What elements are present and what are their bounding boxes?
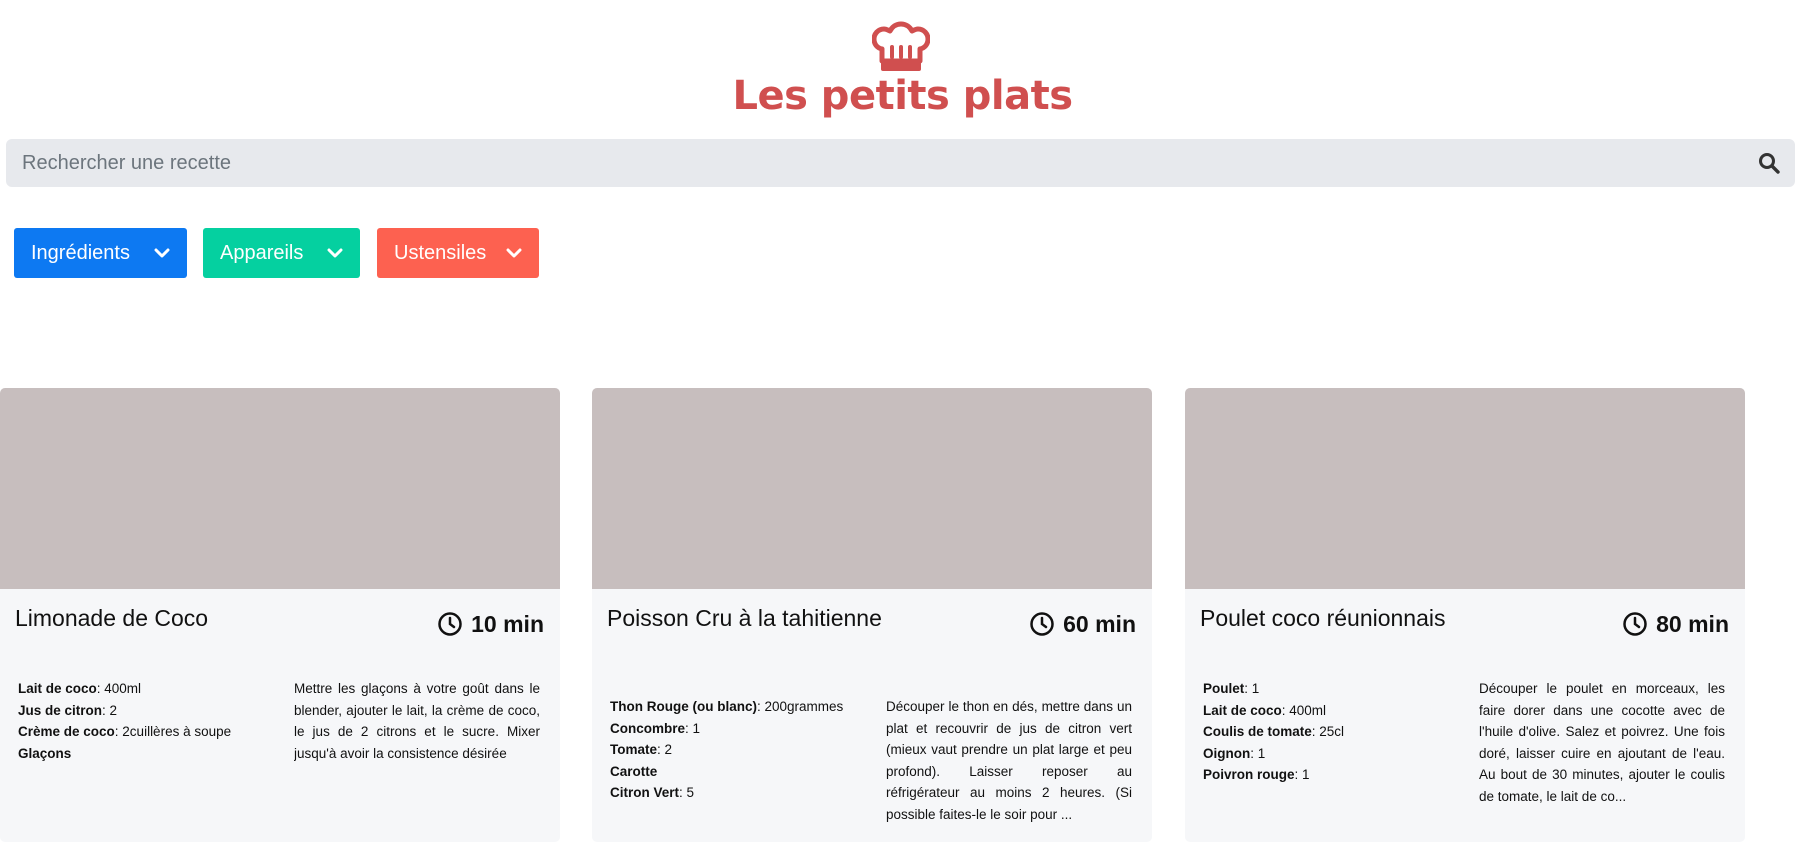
ingredient-list: Thon Rouge (ou blanc): 200grammes Concom… [610,696,870,804]
chevron-down-icon [506,248,522,258]
ingredient-item: Jus de citron: 2 [18,700,278,722]
ingredient-qty: : 1 [1294,767,1310,783]
ingredient-item: Coulis de tomate: 25cl [1203,721,1463,743]
ingredient-qty: : 5 [679,785,695,801]
recipe-image-placeholder [592,388,1152,589]
ingredient-name: Citron Vert [610,785,680,801]
ingredient-name: Poulet [1203,681,1245,696]
ingredient-qty: : 2 [102,702,118,718]
recipe-title: Poisson Cru à la tahitienne [607,605,882,631]
ingredient-qty: : 400ml [96,681,142,696]
search-bar [6,139,1795,187]
ingredient-name: Crème de coco [18,724,115,740]
search-icon[interactable] [1757,151,1781,175]
recipe-time-value: 80 min [1656,610,1729,637]
ingredient-item: Poivron rouge: 1 [1203,764,1463,786]
recipe-time: 10 min [437,609,544,639]
ingredient-item: Carotte [610,761,870,783]
filter-ustensiles-button[interactable]: Ustensiles [377,228,539,278]
filter-appareils-label: Appareils [220,242,304,264]
filter-ustensiles-label: Ustensiles [394,242,487,264]
ingredient-item: Citron Vert: 5 [610,782,870,804]
ingredient-item: Poulet: 1 [1203,678,1463,700]
ingredient-item: Tomate: 2 [610,739,870,761]
ingredient-name: Lait de coco [18,681,97,696]
ingredient-name: Thon Rouge (ou blanc) [610,699,757,714]
site-title: Les petits plats [732,73,1073,119]
ingredient-name: Concombre [610,720,686,736]
ingredient-qty: : 200grammes [756,699,844,714]
ingredient-list: Poulet: 1 Lait de coco: 400ml Coulis de … [1203,678,1463,786]
ingredient-qty: : 1 [685,720,701,736]
ingredient-name: Poivron rouge [1203,767,1295,783]
recipe-image-placeholder [1185,388,1745,589]
ingredient-item: Lait de coco: 400ml [1203,700,1463,722]
recipe-card[interactable]: Poisson Cru à la tahitienne 60 min Thon … [592,388,1152,842]
ingredient-qty: : 2 [657,742,673,758]
ingredient-item: Crème de coco: 2cuillères à soupe [18,721,278,743]
ingredient-qty: : 400ml [1281,702,1327,718]
recipe-title: Poulet coco réunionnais [1200,605,1446,631]
ingredient-name: Carotte [610,763,658,779]
filter-ingredients-button[interactable]: Ingrédients [14,228,187,278]
recipe-time: 60 min [1029,609,1136,639]
ingredient-list: Lait de coco: 400ml Jus de citron: 2 Crè… [18,678,278,764]
recipe-card[interactable]: Poulet coco réunionnais 80 min Poulet: 1… [1185,388,1745,842]
ingredient-item: Lait de coco: 400ml [18,678,278,700]
recipe-description: Découper le thon en dés, mettre dans un … [886,699,1132,822]
ingredient-item: Glaçons [18,743,278,765]
chevron-down-icon [327,248,343,258]
recipe-card[interactable]: Limonade de Coco 10 min Lait de coco: 40… [0,388,560,842]
site-header: Les petits plats [0,0,1805,130]
ingredient-qty: : 25cl [1311,724,1345,740]
recipe-description: Découper le poulet en morceaux, les fair… [1479,681,1725,804]
clock-icon [438,612,462,636]
clock-icon [1623,612,1647,636]
chevron-down-icon [154,248,170,258]
ingredient-item: Concombre: 1 [610,718,870,740]
ingredient-item: Thon Rouge (ou blanc): 200grammes [610,696,870,718]
ingredient-name: Glaçons [18,745,72,761]
recipe-image-placeholder [0,388,560,589]
ingredient-name: Jus de citron [18,702,103,718]
chef-hat-icon [872,21,930,71]
ingredient-qty: : 1 [1250,745,1266,761]
ingredient-qty: : 1 [1244,681,1260,696]
filter-appareils-button[interactable]: Appareils [203,228,360,278]
ingredient-name: Oignon [1203,745,1251,761]
ingredient-name: Lait de coco [1203,702,1282,718]
recipe-description: Mettre les glaçons à votre goût dans le … [294,681,540,761]
recipe-time: 80 min [1622,609,1729,639]
search-input[interactable] [6,139,1746,187]
ingredient-name: Coulis de tomate [1203,724,1312,740]
recipe-time-value: 10 min [471,610,544,637]
filter-ingredients-label: Ingrédients [31,242,130,264]
ingredient-qty: : 2cuillères à soupe [114,724,232,740]
clock-icon [1030,612,1054,636]
ingredient-item: Oignon: 1 [1203,743,1463,765]
ingredient-name: Tomate [610,742,658,758]
recipe-title: Limonade de Coco [15,605,209,631]
recipe-time-value: 60 min [1063,610,1136,637]
